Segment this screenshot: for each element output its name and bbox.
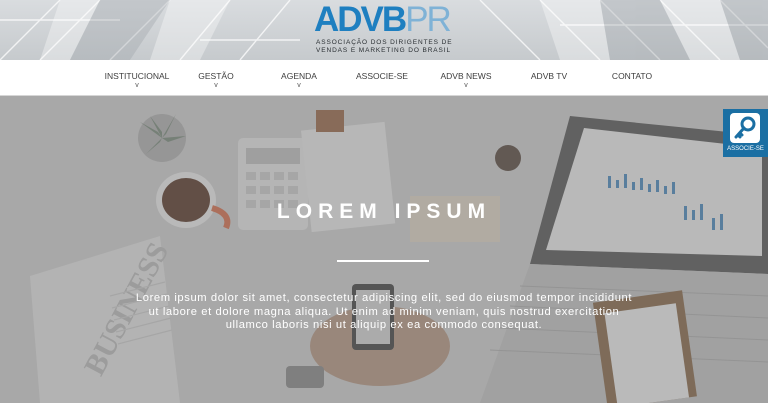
logo-text-advb: ADVB [314, 0, 407, 39]
nav-item-associe-se[interactable]: ASSOCIE-SE [356, 71, 408, 81]
associe-se-floating-button[interactable]: ASSOCIE-SE [723, 109, 768, 157]
nav-item-advb-tv[interactable]: ADVB TV [531, 71, 567, 81]
hero-divider [337, 260, 429, 262]
nav-label: ASSOCIE-SE [356, 71, 408, 81]
nav-item-advb-news[interactable]: ADVB NEWS v [440, 71, 491, 90]
logo-text-pr: PR [405, 0, 452, 39]
nav-label: AGENDA [281, 71, 317, 81]
nav-item-contato[interactable]: CONTATO [612, 71, 652, 81]
chevron-down-icon: v [297, 82, 301, 89]
nav-label: INSTITUCIONAL [104, 71, 170, 81]
nav-item-institucional[interactable]: INSTITUCIONAL v [105, 71, 170, 90]
hero-banner: BUSINESS LOREM IPSUM Lorem ipsum dolor s… [0, 96, 768, 403]
key-icon [734, 116, 756, 139]
key-icon-box [730, 113, 760, 143]
chevron-down-icon: v [135, 82, 139, 89]
associe-se-floating-label: ASSOCIE-SE [727, 146, 764, 152]
site-header: ADVBPR ASSOCIAÇÃO DOS DIRIGENTES DE VEND… [0, 0, 768, 60]
nav-label: GESTÃO [198, 71, 234, 81]
nav-label: ADVB NEWS [440, 71, 492, 81]
logo-wordmark: ADVBPR [314, 0, 452, 39]
chevron-down-icon: v [464, 82, 468, 89]
hero-description: Lorem ipsum dolor sit amet, consectetur … [135, 292, 633, 331]
chevron-down-icon: v [214, 82, 218, 89]
nav-label: CONTATO [611, 71, 653, 81]
logo-tagline-line2: VENDAS E MARKETING DO BRASIL [316, 47, 452, 54]
main-nav: INSTITUCIONAL v GESTÃO v AGENDA v ASSOCI… [0, 60, 768, 96]
nav-item-agenda[interactable]: AGENDA v [281, 71, 317, 90]
logo-tagline-line1: ASSOCIAÇÃO DOS DIRIGENTES DE [316, 39, 453, 46]
advb-logo[interactable]: ADVBPR ASSOCIAÇÃO DOS DIRIGENTES DE VEND… [314, 0, 454, 59]
hero-title: LOREM IPSUM [276, 200, 492, 223]
nav-label: ADVB TV [530, 71, 568, 81]
hero-background-image: BUSINESS [0, 96, 768, 403]
nav-item-gestao[interactable]: GESTÃO v [198, 71, 233, 90]
logo-tagline: ASSOCIAÇÃO DOS DIRIGENTES DE VENDAS E MA… [316, 39, 452, 55]
